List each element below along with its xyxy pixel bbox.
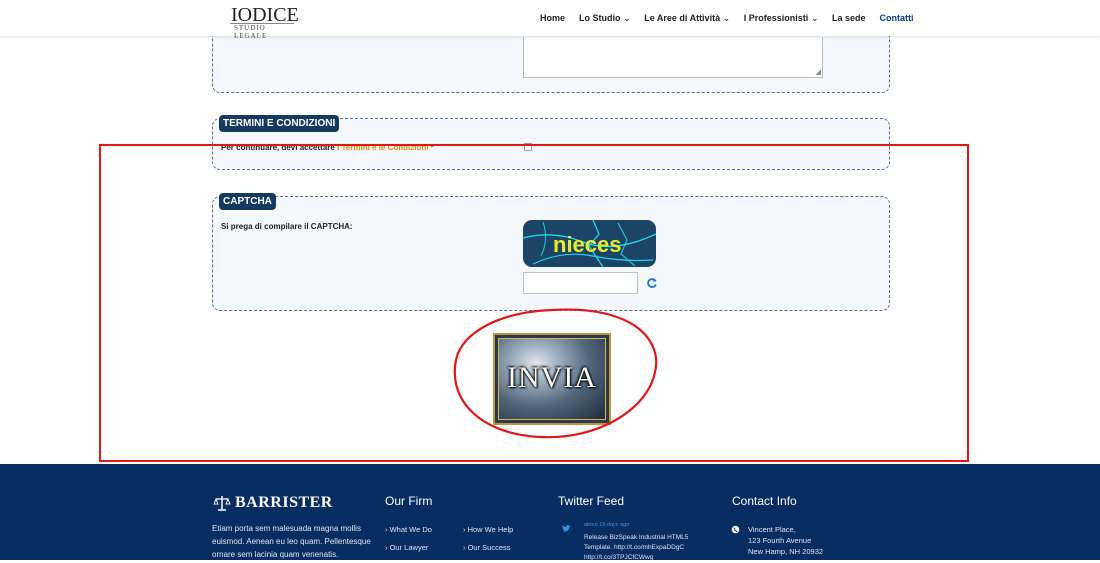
nav-item-professionisti[interactable]: I Professionisti ⌄	[744, 13, 818, 23]
footer-about: Etiam porta sem malesuada magna mollis e…	[212, 524, 371, 559]
footer-link[interactable]: › Our Lawyer	[385, 543, 428, 552]
nav-label: Contatti	[879, 13, 914, 23]
address-line: 123 Fourth Avenue	[748, 536, 812, 545]
footer-link-label: Our Success	[467, 543, 511, 552]
footer-link[interactable]: › How We Help	[463, 525, 513, 534]
terms-label: Per continuare, devi accettare I Termini…	[221, 143, 434, 152]
captcha-label: Si prega di compilare il CAPTCHA:	[221, 222, 353, 231]
footer-link-label: What We Do	[389, 525, 432, 534]
logo[interactable]: IODICE STUDIO LEGALE	[228, 4, 299, 40]
logo-sub-text: STUDIO LEGALE	[234, 24, 268, 40]
submit-button[interactable]: INVIA	[493, 333, 611, 425]
captcha-text: nieces	[553, 232, 622, 257]
nav-item-contatti[interactable]: Contatti	[880, 13, 914, 23]
nav-item-aree-attivita[interactable]: Le Aree di Attività ⌄	[644, 13, 730, 23]
terms-text: Per continuare, devi accettare	[221, 143, 338, 152]
footer-contact-heading: Contact Info	[732, 494, 797, 508]
tweet-time: about 19 days ago	[584, 522, 630, 528]
message-textarea[interactable]: ◢	[523, 37, 823, 78]
chevron-down-icon: ⌄	[623, 13, 631, 23]
terms-fieldset: TERMINI E CONDIZIONI Per continuare, dev…	[212, 115, 890, 170]
captcha-image: nieces	[523, 220, 656, 267]
captcha-noise: nieces	[523, 220, 656, 267]
footer-brand[interactable]: BARRISTER	[213, 494, 333, 512]
nav-label: Home	[540, 13, 566, 23]
nav-label: Lo Studio	[579, 13, 621, 23]
nav-label: La sede	[832, 13, 866, 23]
globe-icon	[731, 525, 740, 534]
main-nav: Home Lo Studio ⌄ Le Aree di Attività ⌄ I P…	[540, 0, 928, 36]
twitter-icon	[562, 525, 571, 532]
required-mark: *	[430, 143, 434, 152]
terms-checkbox[interactable]	[524, 143, 532, 151]
terms-legend: TERMINI E CONDIZIONI	[219, 115, 340, 132]
address-line: Vincent Place,	[748, 525, 796, 534]
footer-link[interactable]: › What We Do	[385, 525, 432, 534]
chevron-down-icon: ⌄	[811, 13, 819, 23]
captcha-input[interactable]	[523, 272, 638, 294]
nav-item-lo-studio[interactable]: Lo Studio ⌄	[579, 13, 630, 23]
nav-label: Le Aree di Attività	[644, 13, 721, 23]
scales-icon	[213, 496, 231, 511]
terms-link[interactable]: I Termini e le Condizioni	[337, 143, 428, 152]
chevron-down-icon: ⌄	[723, 13, 730, 23]
site-header: IODICE STUDIO LEGALE Home Lo Studio ⌄ Le …	[0, 0, 1100, 40]
footer-link-label: How We Help	[467, 525, 514, 534]
nav-item-home[interactable]: Home	[540, 13, 565, 23]
captcha-legend: CAPTCHA	[219, 193, 276, 210]
site-footer: BARRISTER Etiam porta sem malesuada magn…	[0, 464, 1100, 561]
resize-grip-icon[interactable]: ◢	[816, 69, 821, 76]
footer-firm-heading: Our Firm	[385, 494, 433, 508]
submit-label: INVIA	[507, 361, 597, 394]
footer-link-label: Our Lawyer	[389, 543, 429, 552]
address-line: New Hamp, NH 20932	[748, 547, 824, 556]
footer-twitter-heading: Twitter Feed	[558, 494, 625, 508]
captcha-fieldset: CAPTCHA Si prega di compilare il CAPTCHA…	[212, 193, 890, 311]
tweet-text: Release BizSpeak Industrial HTML5 Templa…	[584, 534, 689, 561]
refresh-icon[interactable]	[646, 277, 658, 289]
footer-address: Vincent Place, 123 Fourth Avenue New Ham…	[748, 524, 823, 557]
footer-brand-text: BARRISTER	[235, 494, 333, 511]
nav-item-la-sede[interactable]: La sede	[832, 13, 866, 23]
footer-link[interactable]: › Our Success	[463, 543, 511, 552]
nav-label: I Professionisti	[743, 13, 809, 23]
